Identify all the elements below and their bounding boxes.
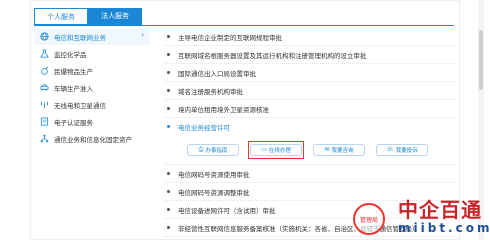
sidebar-item-explosives[interactable]: 民爆物品生产 (34, 62, 150, 79)
bullet-icon (167, 107, 170, 110)
bullet-icon (167, 53, 170, 56)
guide-button-label: 办事指南 (205, 147, 228, 154)
service-action-panel: ⎙ 办事指南 ▭ 在线办理 ✉ 我要咨询 ☏ 我要投诉 (165, 135, 455, 164)
highlight-box (248, 140, 304, 159)
scrollbar-thumb[interactable] (479, 30, 483, 90)
guide-icon: ⎙ (198, 145, 204, 153)
sidebar-item-chemicals[interactable]: 监控化学品 (34, 45, 150, 62)
sidebar-item-label: 无线电和卫星通信 (54, 101, 106, 110)
service-name: 互联网域名根服务器设置及其运行机构和注册管理机构的设立审批 (178, 51, 367, 60)
service-tabs: 个人服务 法人服务 (34, 8, 142, 25)
bullet-icon (167, 208, 170, 211)
bullet-icon (167, 71, 170, 74)
antenna-icon (40, 100, 49, 109)
watermark-stamp-text: 管理局 (359, 216, 378, 224)
sidebar-item-e-certification[interactable]: 电子认证服务 (34, 113, 150, 130)
consult-button-label: 我要咨询 (331, 147, 354, 154)
network-icon (40, 134, 49, 143)
tab-legal-services[interactable]: 法人服务 (88, 8, 142, 25)
bullet-icon (167, 125, 170, 128)
watermark-url: miibt.com (398, 221, 490, 235)
flask-icon (40, 49, 49, 58)
bullet-icon (167, 226, 170, 229)
tab-personal-services[interactable]: 个人服务 (34, 8, 88, 25)
online-apply-button[interactable]: ▭ 在线办理 (248, 140, 304, 159)
sidebar-item-label: 电子认证服务 (54, 118, 93, 127)
watermark-stamp: 管理局 (353, 203, 385, 235)
watermark-logo: 中企百通 (398, 198, 482, 222)
service-name: 电信网码号资源使用审批 (178, 170, 250, 179)
sidebar-item-radio-satellite[interactable]: 无线电和卫星通信 (34, 96, 150, 113)
service-name: 境内单位租用境外卫星资源核准 (178, 105, 269, 114)
complaint-button[interactable]: ☏ 我要投诉 (376, 143, 428, 156)
service-name: 主导电信企业制定的互联网规程审批 (178, 33, 282, 42)
bullet-icon (167, 89, 170, 92)
sidebar-item-label: 通信业务和信息化固定资产 (54, 135, 132, 144)
sidebar-item-label: 车辆生产准入 (54, 84, 93, 93)
bullet-icon (167, 35, 170, 38)
list-item[interactable]: 互联网域名根服务器设置及其运行机构和注册管理机构的设立审批 (165, 46, 455, 64)
sidebar-item-telecom[interactable]: 电信和互联网业务 › (34, 28, 150, 45)
list-item[interactable]: 国际通信出入口局设置审批 (165, 64, 455, 82)
chat-icon: ✉ (324, 146, 330, 153)
sidebar-item-label: 民爆物品生产 (54, 67, 93, 76)
list-item-expanded[interactable]: 电信业务经营许可 (165, 118, 455, 135)
service-name: 电信业务经营许可 (178, 123, 230, 132)
guide-button[interactable]: ⎙ 办事指南 (187, 143, 239, 156)
category-sidebar: 电信和互联网业务 › 监控化学品 民爆物品生产 车辆生产准入 无线电和卫星通信 … (34, 28, 150, 147)
sidebar-item-fixed-assets[interactable]: 通信业务和信息化固定资产 (34, 130, 150, 147)
service-name: 域名注册服务机构审批 (178, 87, 243, 96)
bullet-icon (167, 172, 170, 175)
sidebar-item-label: 电信和互联网业务 (54, 33, 106, 42)
list-item[interactable]: 主导电信企业制定的互联网规程审批 (165, 28, 455, 46)
car-icon (40, 83, 49, 92)
explosive-icon (40, 66, 49, 75)
consult-button[interactable]: ✉ 我要咨询 (313, 143, 365, 156)
service-name: 电信设备进网许可（含试用）审批 (178, 206, 276, 215)
tab-underline (34, 25, 454, 26)
sidebar-item-vehicles[interactable]: 车辆生产准入 (34, 79, 150, 96)
service-name: 国际通信出入口局设置审批 (178, 69, 256, 78)
list-item[interactable]: 电信网码号资源使用审批 (165, 164, 455, 183)
complaint-icon: ☏ (386, 146, 394, 153)
complaint-button-label: 我要投诉 (395, 147, 418, 154)
list-item[interactable]: 域名注册服务机构审批 (165, 82, 455, 100)
sidebar-item-label: 监控化学品 (54, 50, 87, 59)
globe-icon (40, 32, 49, 41)
bullet-icon (167, 190, 170, 193)
chevron-right-icon: › (141, 31, 144, 39)
list-item[interactable]: 境内单位租用境外卫星资源核准 (165, 100, 455, 118)
service-name: 电信网码号资源调整审批 (178, 188, 250, 197)
certificate-icon (40, 117, 49, 126)
